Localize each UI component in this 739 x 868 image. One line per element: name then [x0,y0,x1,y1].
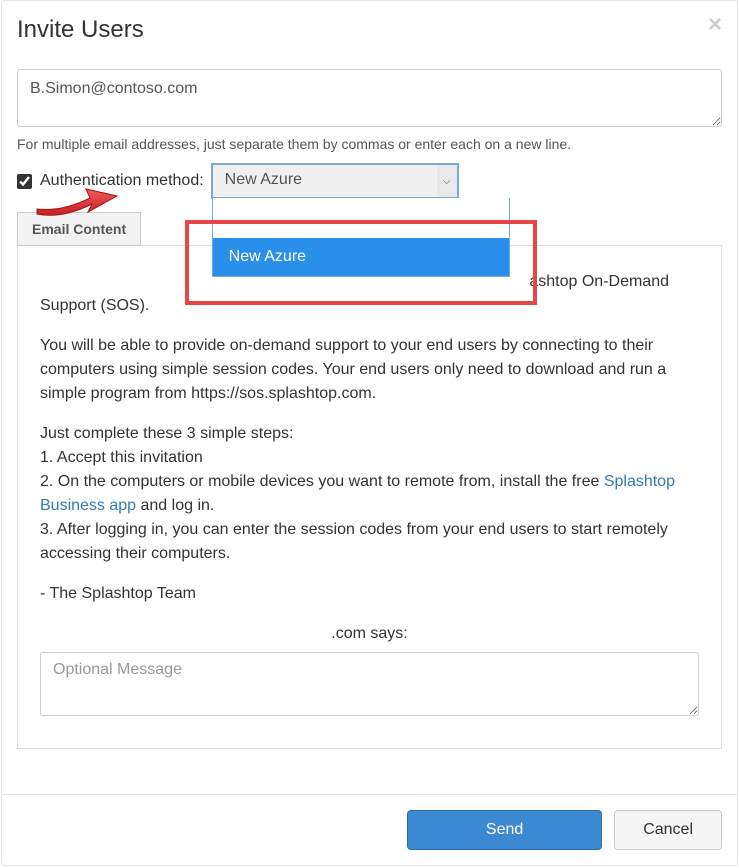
step-3: 3. After logging in, you can enter the s… [40,518,699,566]
auth-select-wrapper: New Azure ⌵ New Azure [212,164,458,198]
auth-dropdown-panel: New Azure [212,198,510,277]
close-icon[interactable]: × [708,13,722,37]
invite-users-modal: Invite Users × For multiple email addres… [1,0,738,866]
steps-block: Just complete these 3 simple steps: 1. A… [40,422,699,566]
step-1: 1. Accept this invitation [40,446,699,470]
com-says-label: .com says: [40,622,699,646]
content-paragraph-2: You will be able to provide on-demand su… [40,334,699,406]
steps-intro: Just complete these 3 simple steps: [40,422,699,446]
auth-checkbox[interactable] [17,174,32,189]
step-2b: and log in. [136,497,214,514]
email-content-panel: ashtop On-Demand Support (SOS). You will… [17,245,722,749]
cancel-button[interactable]: Cancel [614,810,722,850]
modal-header: Invite Users × [2,1,737,59]
step-2: 2. On the computers or mobile devices yo… [40,470,699,518]
email-input[interactable] [17,69,722,127]
optional-message-input[interactable] [40,652,699,716]
tab-email-content[interactable]: Email Content [17,212,141,246]
modal-body: For multiple email addresses, just separ… [2,59,737,764]
dropdown-option-new-azure[interactable]: New Azure [213,238,509,276]
send-button[interactable]: Send [407,810,602,850]
auth-method-select[interactable]: New Azure [212,164,458,198]
modal-footer: Send Cancel [2,794,737,865]
auth-method-label: Authentication method: [40,172,204,190]
auth-method-row: Authentication method: New Azure ⌵ New A… [17,164,722,198]
signoff: - The Splashtop Team [40,582,699,606]
email-helper-text: For multiple email addresses, just separ… [17,136,722,152]
modal-title: Invite Users [17,16,722,44]
step-2a: 2. On the computers or mobile devices yo… [40,473,604,490]
content-line1b: Support (SOS). [40,294,699,318]
